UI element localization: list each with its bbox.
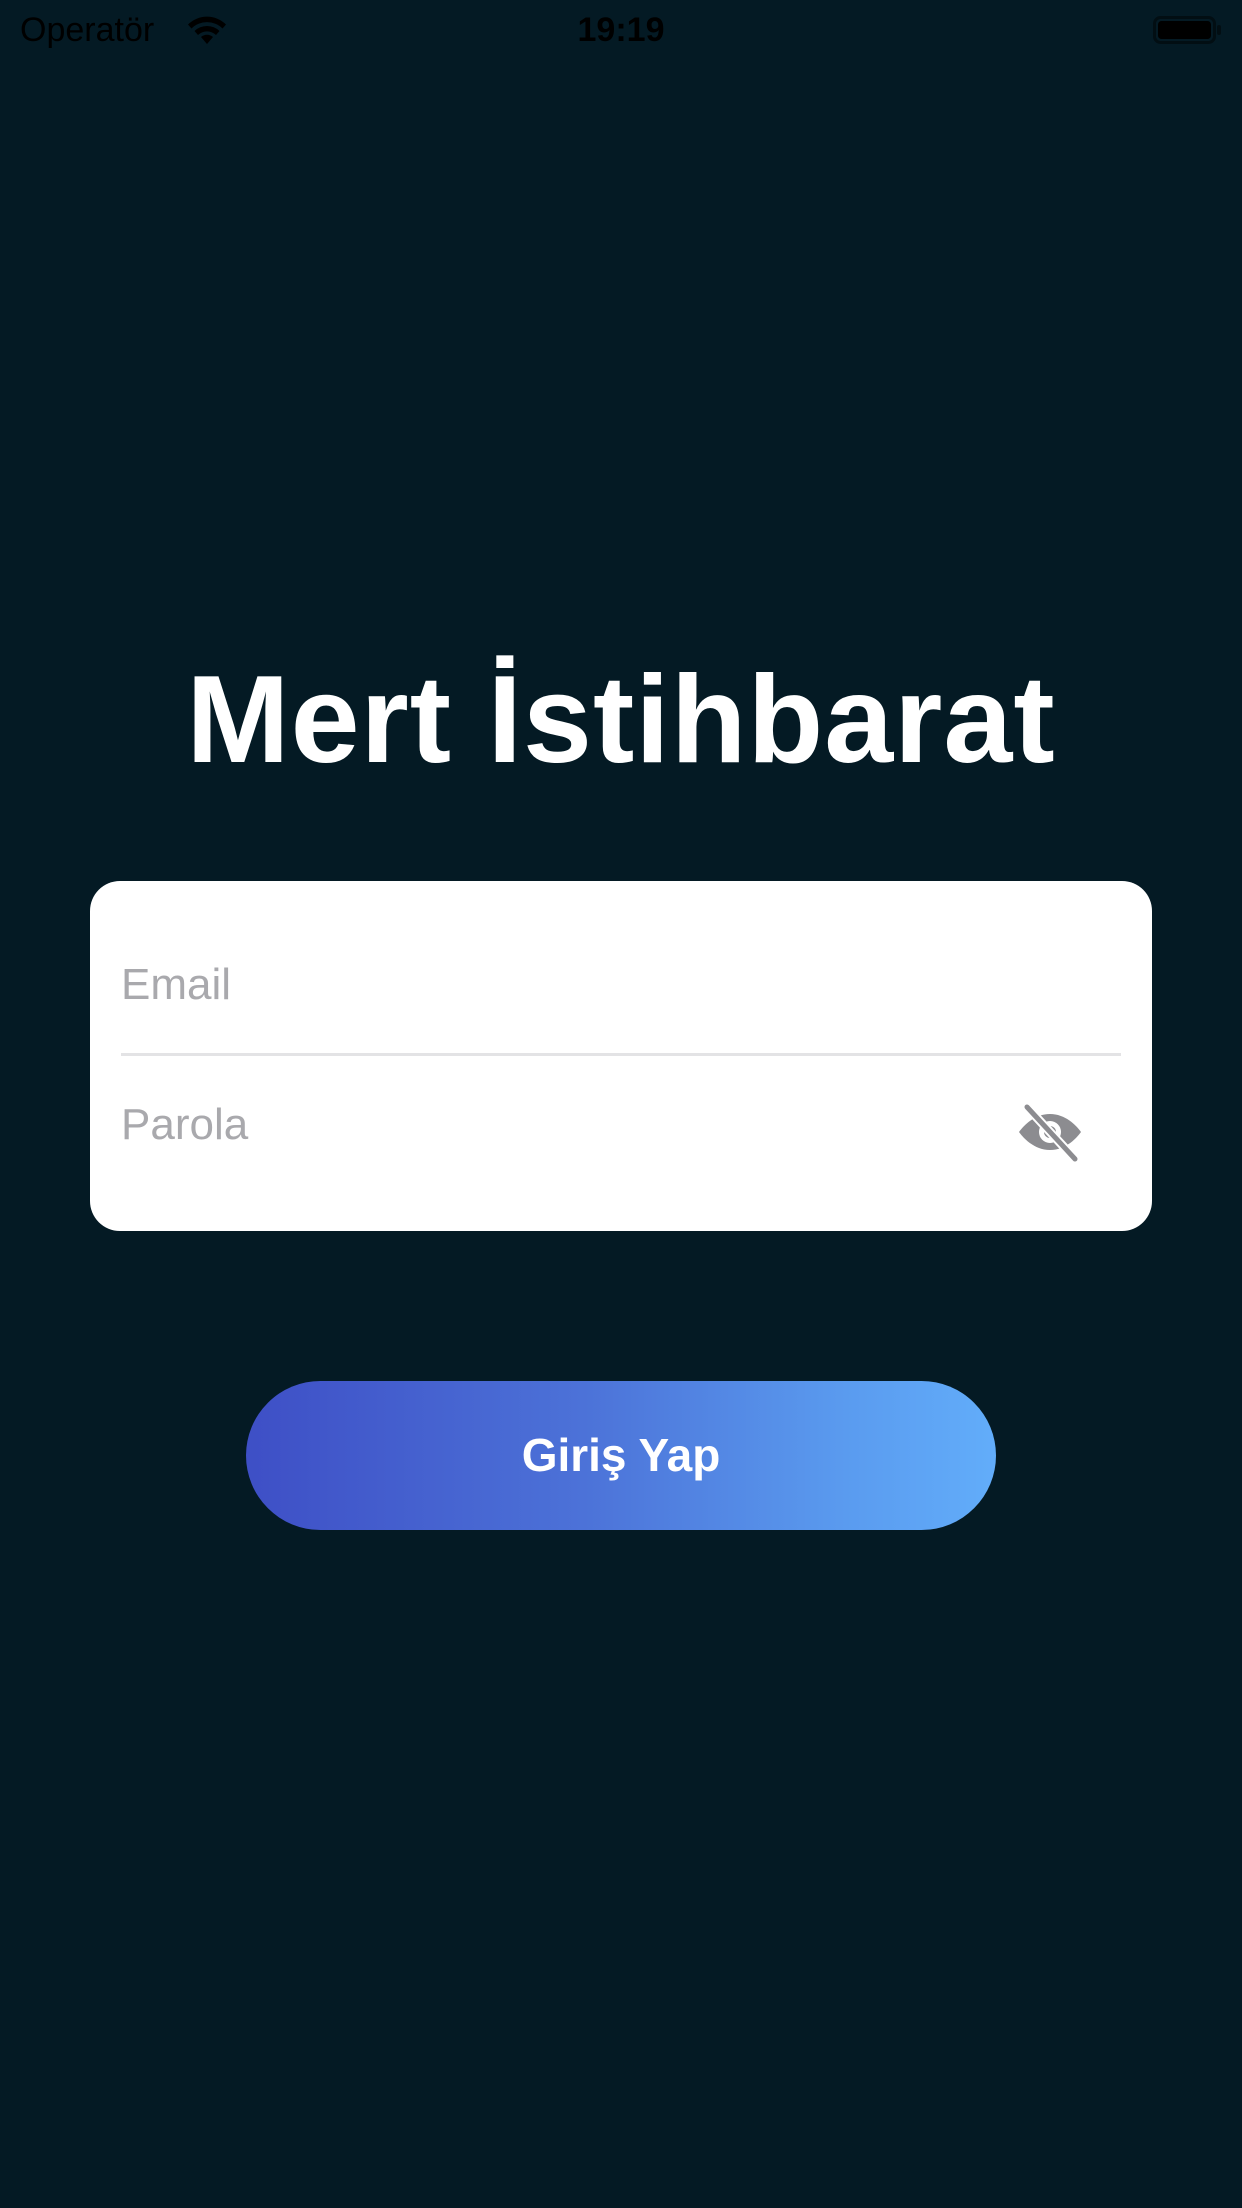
password-field[interactable] (121, 1095, 981, 1155)
login-form-card (90, 881, 1152, 1231)
status-bar: Operatör 19:19 (0, 0, 1242, 62)
login-button[interactable]: Giriş Yap (246, 1381, 996, 1530)
status-time: 19:19 (577, 11, 665, 49)
field-divider (121, 1053, 1121, 1056)
eye-slash-icon[interactable] (1015, 1097, 1085, 1167)
battery-icon (1153, 16, 1221, 44)
login-screen: Operatör 19:19 Mert İstihbarat Giriş Yap (0, 0, 1242, 2208)
email-field[interactable] (121, 955, 1121, 1015)
app-title: Mert İstihbarat (186, 651, 1056, 789)
